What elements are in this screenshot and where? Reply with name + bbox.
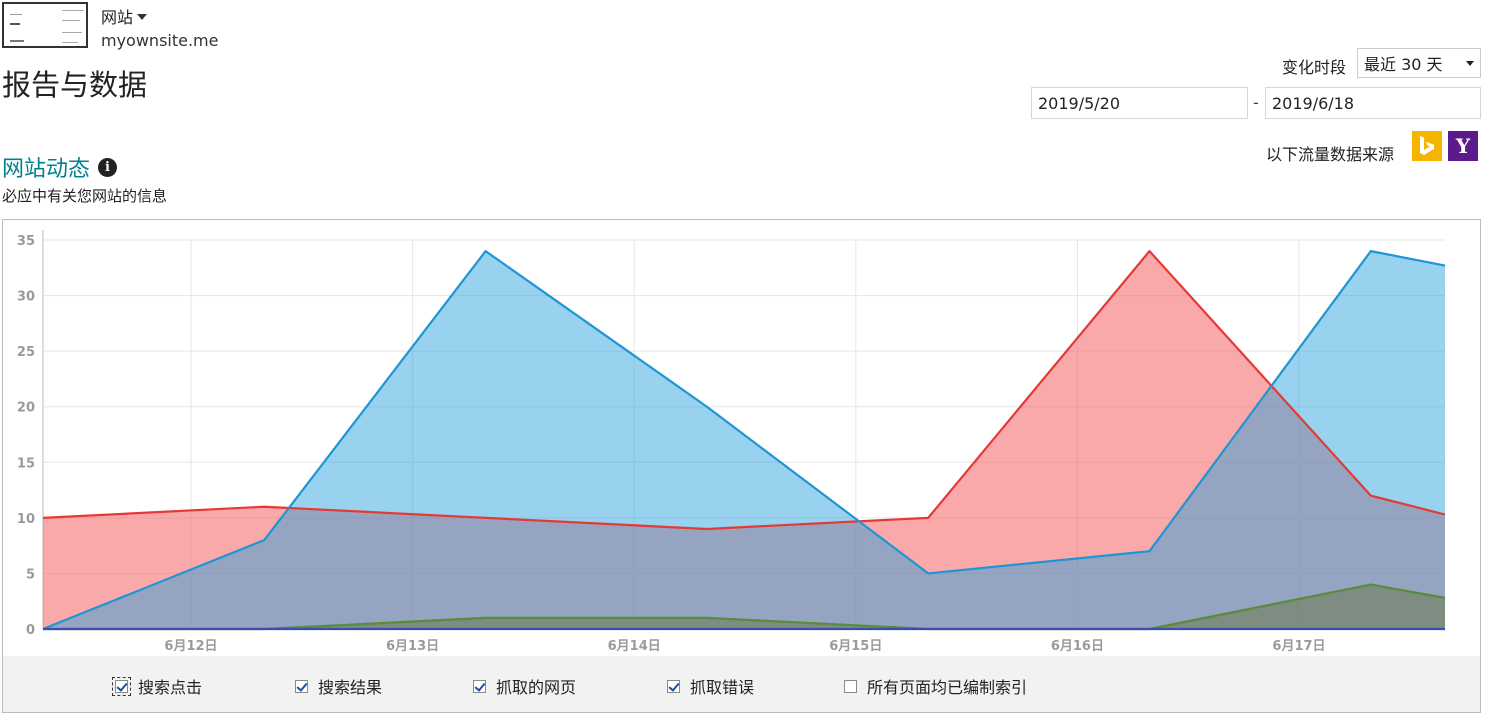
y-tick-label: 20: [17, 401, 35, 416]
page-title: 报告与数据: [2, 68, 148, 102]
legend-label: 抓取的网页: [496, 678, 577, 697]
date-separator: -: [1253, 93, 1259, 112]
y-tick-label: 35: [17, 234, 35, 249]
section-subtitle: 必应中有关您网站的信息: [2, 187, 168, 205]
period-select-value: 最近 30 天: [1364, 55, 1443, 74]
checkbox-crawl-errors[interactable]: [667, 679, 680, 693]
site-selector-label: 网站: [101, 8, 134, 27]
checkbox-all-pages-indexed[interactable]: [844, 679, 857, 693]
legend-label: 搜索点击: [138, 678, 203, 697]
start-date-input[interactable]: [1031, 87, 1248, 119]
x-tick-label: 6月14日: [608, 639, 661, 654]
x-tick-label: 6月12日: [164, 639, 217, 654]
legend-item-pages-crawled[interactable]: 抓取的网页: [473, 674, 576, 698]
legend-item-search-results[interactable]: 搜索结果: [295, 674, 382, 698]
y-tick-label: 0: [26, 623, 35, 638]
legend-label: 搜索结果: [318, 678, 383, 697]
site-url: myownsite.me: [101, 31, 219, 50]
site-selector-button[interactable]: 网站: [101, 4, 148, 28]
legend-item-all-pages-indexed[interactable]: 所有页面均已编制索引: [844, 674, 1027, 698]
bing-logo-icon: [1412, 131, 1442, 161]
thumb-line: [10, 40, 24, 42]
thumb-line: [62, 42, 78, 43]
info-icon[interactable]: i: [98, 157, 118, 177]
y-tick-label: 25: [17, 345, 35, 360]
thumb-line: [10, 14, 22, 15]
legend-label: 所有页面均已编制索引: [867, 678, 1028, 697]
x-tick-label: 6月17日: [1272, 639, 1325, 654]
legend-item-search-clicks[interactable]: 搜索点击: [112, 674, 203, 698]
site-activity-chart: 0 5 10 15 20 25 30 35 6月12日 6月13日 6月14日 6月15日 6月16日 6…: [17, 230, 1446, 654]
site-activity-chart-panel: 0 5 10 15 20 25 30 35 6月12日 6月13日 6月14日 6月15日 6月16日 6…: [2, 219, 1481, 713]
checkbox-search-clicks[interactable]: [112, 676, 131, 696]
section-title: 网站动态 i: [2, 151, 118, 183]
x-tick-label: 6月13日: [386, 639, 439, 654]
chart-legend: 搜索点击 搜索结果 抓取的网页 抓取错误 所有页面均已编制索引: [3, 656, 1480, 712]
y-tick-label: 30: [17, 290, 35, 305]
thumb-line: [62, 20, 80, 21]
x-tick-label: 6月15日: [829, 639, 882, 654]
area-impressions: [43, 251, 1445, 629]
y-tick-label: 10: [17, 512, 35, 527]
yahoo-logo-icon: Y: [1448, 131, 1478, 161]
end-date-input[interactable]: [1265, 87, 1481, 119]
section-title-text: 网站动态: [2, 157, 91, 182]
checkbox-pages-crawled[interactable]: [473, 679, 486, 693]
checkbox-search-results[interactable]: [295, 679, 308, 693]
period-select[interactable]: 最近 30 天: [1357, 48, 1481, 78]
y-tick-label: 15: [17, 456, 35, 471]
thumb-line: [62, 32, 82, 33]
site-thumbnail[interactable]: [2, 2, 88, 48]
legend-label: 抓取错误: [690, 678, 755, 697]
dropdown-arrow-icon: [1466, 60, 1474, 66]
legend-item-crawl-errors[interactable]: 抓取错误: [667, 674, 754, 698]
y-tick-label: 5: [26, 567, 35, 582]
x-tick-label: 6月16日: [1051, 639, 1104, 654]
caret-down-icon: [137, 14, 148, 20]
thumb-line: [62, 10, 84, 11]
period-label: 变化时段: [1282, 58, 1347, 77]
traffic-source-label: 以下流量数据来源: [1266, 145, 1395, 164]
thumb-line: [10, 23, 20, 25]
